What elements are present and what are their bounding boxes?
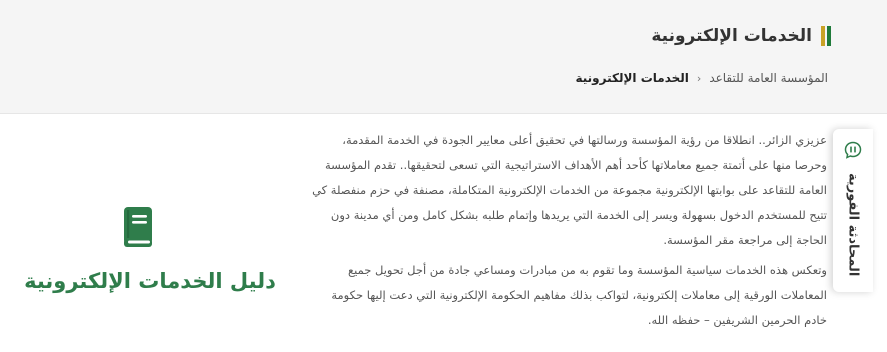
intro-paragraph-2: وتعكس هذه الخدمات سياسية المؤسسة وما تقو… [331,263,827,327]
breadcrumb-item-home[interactable]: المؤسسة العامة للتقاعد [709,71,828,85]
book-icon [124,207,152,247]
page-title: الخدمات الإلكترونية [651,26,812,46]
e-services-guide-link[interactable]: دليل الخدمات الإلكترونية [20,206,280,306]
live-chat-tab[interactable]: المحادثة الفورية [833,129,873,292]
intro-text: عزيزي الزائر.. انطلاقا من رؤية المؤسسة و… [307,128,827,338]
live-chat-label: المحادثة الفورية [845,173,861,277]
title-accent-bar [821,26,831,46]
accent-bar-green [827,26,831,46]
content-card: عزيزي الزائر.. انطلاقا من رؤية المؤسسة و… [0,113,887,352]
intro-paragraph-1: عزيزي الزائر.. انطلاقا من رؤية المؤسسة و… [312,133,827,247]
page-title-row: الخدمات الإلكترونية [651,26,831,46]
breadcrumb-item-current: الخدمات الإلكترونية [575,71,689,85]
page-header: الخدمات الإلكترونية المؤسسة العامة للتقا… [0,0,887,113]
breadcrumb-separator-icon: ‹ [696,71,702,85]
e-services-guide-label: دليل الخدمات الإلكترونية [24,269,276,293]
chat-icon [844,141,862,159]
accent-bar-gold [821,26,825,46]
breadcrumb: المؤسسة العامة للتقاعد ‹ الخدمات الإلكتر… [575,71,828,85]
